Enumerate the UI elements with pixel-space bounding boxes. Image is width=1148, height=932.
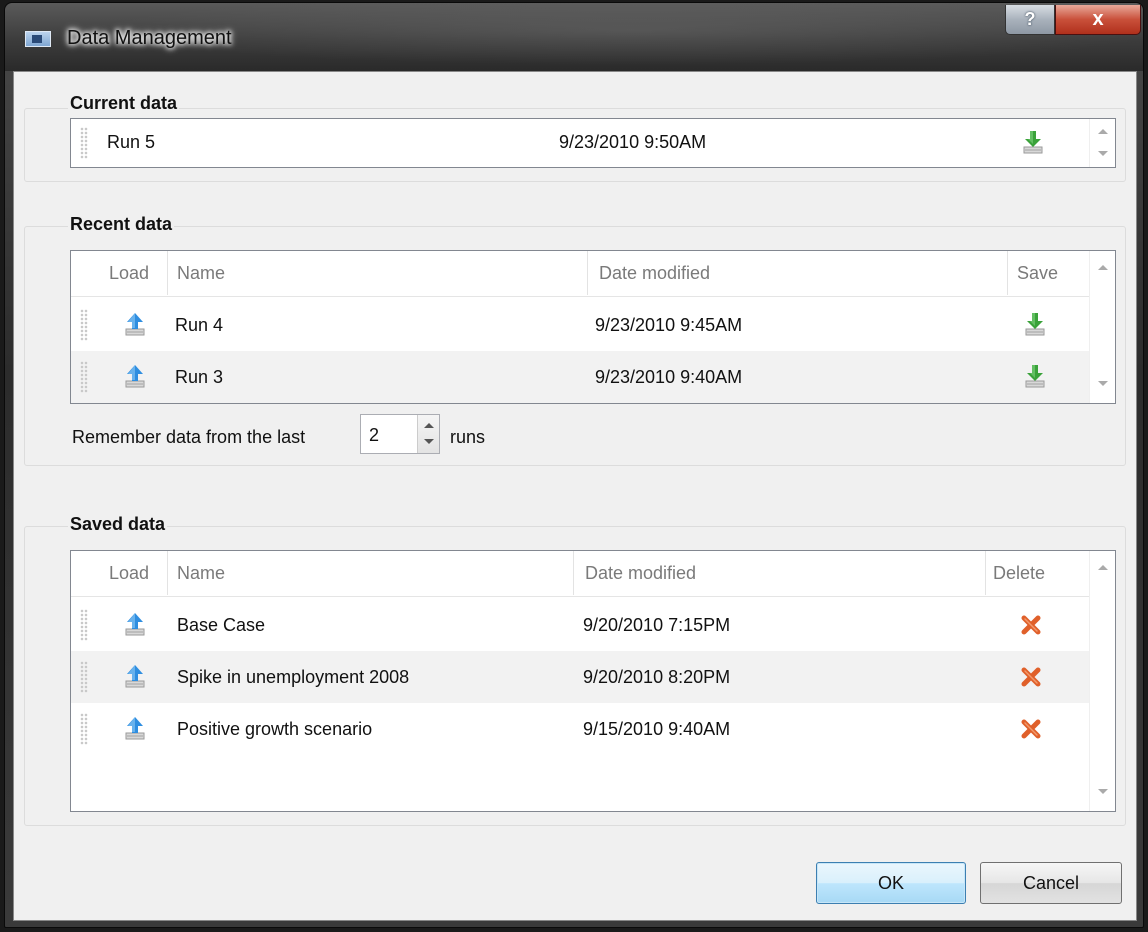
- load-upload-icon[interactable]: [123, 716, 147, 740]
- column-header-delete[interactable]: Delete: [993, 563, 1045, 584]
- load-upload-icon[interactable]: [123, 612, 147, 636]
- row-name: Positive growth scenario: [177, 719, 373, 739]
- row-date: 9/20/2010 7:15PM: [583, 615, 731, 635]
- recent-scrollbar[interactable]: [1089, 251, 1115, 403]
- app-icon: [25, 31, 51, 47]
- current-scrollbar[interactable]: [1089, 119, 1115, 167]
- column-divider[interactable]: [587, 251, 588, 295]
- column-divider[interactable]: [167, 551, 168, 595]
- scroll-down-arrow[interactable]: [1098, 381, 1108, 386]
- row-name: Run 3: [175, 367, 224, 387]
- dialog-client-area: Current data Run 5 9/23/2010 9:50AM Rece…: [13, 71, 1137, 921]
- table-row[interactable]: Run 4 9/23/2010 9:45AM: [71, 299, 1089, 351]
- spin-buttons[interactable]: [417, 415, 439, 453]
- row-date: 9/20/2010 8:20PM: [583, 667, 731, 687]
- spin-up-arrow[interactable]: [424, 423, 434, 428]
- scroll-down-arrow[interactable]: [1098, 151, 1108, 156]
- load-upload-icon[interactable]: [123, 312, 147, 336]
- help-button[interactable]: ?: [1005, 5, 1055, 35]
- save-download-icon[interactable]: [1021, 130, 1045, 154]
- column-header-load[interactable]: Load: [109, 563, 149, 584]
- saved-data-title: Saved data: [68, 514, 168, 535]
- remember-runs-value[interactable]: 2: [369, 425, 379, 446]
- dialog-window: Data Management ? x Current data Run 5 9…: [4, 2, 1144, 928]
- spin-down-arrow[interactable]: [424, 439, 434, 444]
- column-divider[interactable]: [1007, 251, 1008, 295]
- drag-handle[interactable]: [80, 661, 88, 693]
- current-run-date: 9/23/2010 9:50AM: [559, 132, 707, 152]
- close-button[interactable]: x: [1055, 5, 1141, 35]
- row-date: 9/23/2010 9:45AM: [595, 315, 743, 335]
- column-header-date[interactable]: Date modified: [585, 563, 696, 584]
- column-header-name[interactable]: Name: [177, 563, 225, 584]
- drag-handle[interactable]: [80, 609, 88, 641]
- window-title: Data Management: [67, 27, 232, 49]
- ok-button[interactable]: OK: [816, 862, 966, 904]
- saved-data-table: Load Name Date modified Delete Base Case…: [70, 550, 1116, 812]
- delete-icon[interactable]: [1019, 613, 1043, 637]
- table-row[interactable]: Base Case 9/20/2010 7:15PM: [71, 599, 1089, 651]
- row-name: Spike in unemployment 2008: [177, 667, 410, 687]
- load-upload-icon[interactable]: [123, 664, 147, 688]
- saved-scrollbar[interactable]: [1089, 551, 1115, 811]
- column-divider[interactable]: [573, 551, 574, 595]
- table-row[interactable]: Run 3 9/23/2010 9:40AM: [71, 351, 1089, 403]
- row-name: Run 4: [175, 315, 224, 335]
- column-divider[interactable]: [985, 551, 986, 595]
- column-header-name[interactable]: Name: [177, 263, 225, 284]
- current-run-name: Run 5: [107, 132, 156, 152]
- recent-table-header: Load Name Date modified Save: [71, 251, 1089, 297]
- drag-handle[interactable]: [80, 127, 88, 159]
- remember-label: Remember data from the last: [72, 427, 306, 447]
- save-download-icon[interactable]: [1023, 312, 1047, 336]
- drag-handle[interactable]: [80, 309, 88, 341]
- table-row[interactable]: Spike in unemployment 2008 9/20/2010 8:2…: [71, 651, 1089, 703]
- current-data-panel: Run 5 9/23/2010 9:50AM: [70, 118, 1116, 168]
- column-header-load[interactable]: Load: [109, 263, 149, 284]
- column-divider[interactable]: [167, 251, 168, 295]
- delete-icon[interactable]: [1019, 665, 1043, 689]
- scroll-up-arrow[interactable]: [1098, 565, 1108, 570]
- scroll-up-arrow[interactable]: [1098, 129, 1108, 134]
- scroll-down-arrow[interactable]: [1098, 789, 1108, 794]
- row-date: 9/23/2010 9:40AM: [595, 367, 743, 387]
- current-data-title: Current data: [68, 93, 180, 114]
- drag-handle[interactable]: [80, 713, 88, 745]
- cancel-button[interactable]: Cancel: [980, 862, 1122, 904]
- table-row[interactable]: Positive growth scenario 9/15/2010 9:40A…: [71, 703, 1089, 755]
- remember-runs-spinbox[interactable]: 2: [360, 414, 440, 454]
- column-header-save[interactable]: Save: [1017, 263, 1058, 284]
- load-upload-icon[interactable]: [123, 364, 147, 388]
- saved-table-header: Load Name Date modified Delete: [71, 551, 1089, 597]
- drag-handle[interactable]: [80, 361, 88, 393]
- title-bar[interactable]: Data Management ? x: [5, 3, 1143, 71]
- recent-data-title: Recent data: [68, 214, 175, 235]
- recent-data-table: Load Name Date modified Save Run 4 9/23/…: [70, 250, 1116, 404]
- delete-icon[interactable]: [1019, 717, 1043, 741]
- column-header-date[interactable]: Date modified: [599, 263, 710, 284]
- save-download-icon[interactable]: [1023, 364, 1047, 388]
- row-name: Base Case: [177, 615, 266, 635]
- row-date: 9/15/2010 9:40AM: [583, 719, 731, 739]
- scroll-up-arrow[interactable]: [1098, 265, 1108, 270]
- remember-suffix-label: runs: [450, 427, 486, 447]
